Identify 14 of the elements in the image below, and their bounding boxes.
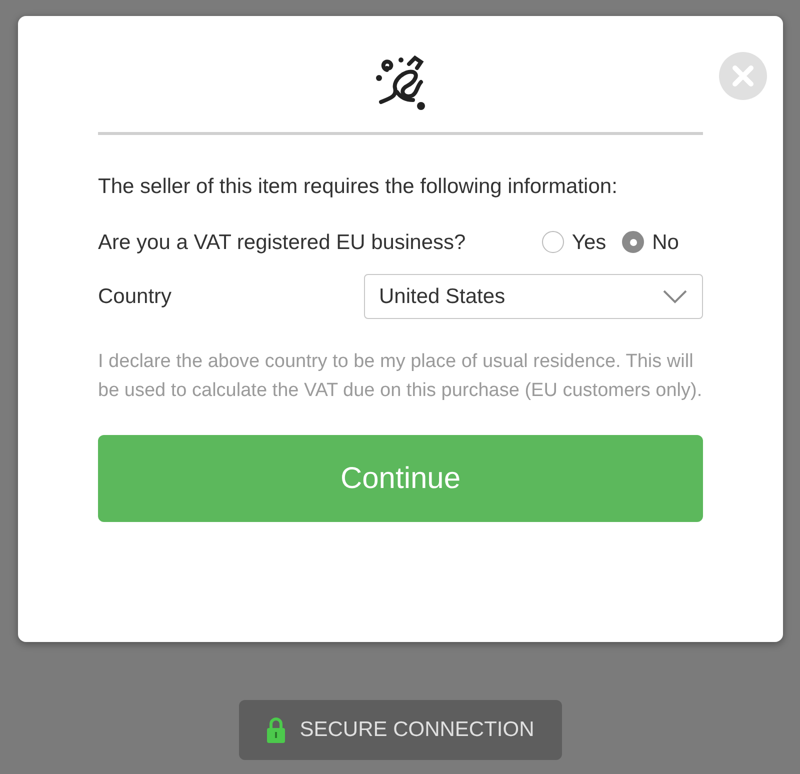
option-label[interactable]: Yes [572,226,606,258]
declaration-text: I declare the above country to be my place of usual residence. This will be used to calculate the VAT due on this purchase (EU customers only). [98,350,703,403]
country-label: Country [98,284,172,310]
secure-connection-text: SECURE CONNECTION [300,717,534,744]
intro-text: The seller of this item requires the following information: [98,174,618,200]
radio-button[interactable] [542,231,564,254]
vat-question-label: Are you a VAT registered EU business? [98,230,466,256]
close-icon [731,64,755,88]
close-button[interactable] [719,52,767,100]
option-label[interactable]: No [652,226,679,258]
radio-button[interactable] [622,231,644,254]
country-select[interactable]: United States [364,274,703,319]
padlock-icon [266,717,286,743]
chevron-down-icon [662,288,688,304]
